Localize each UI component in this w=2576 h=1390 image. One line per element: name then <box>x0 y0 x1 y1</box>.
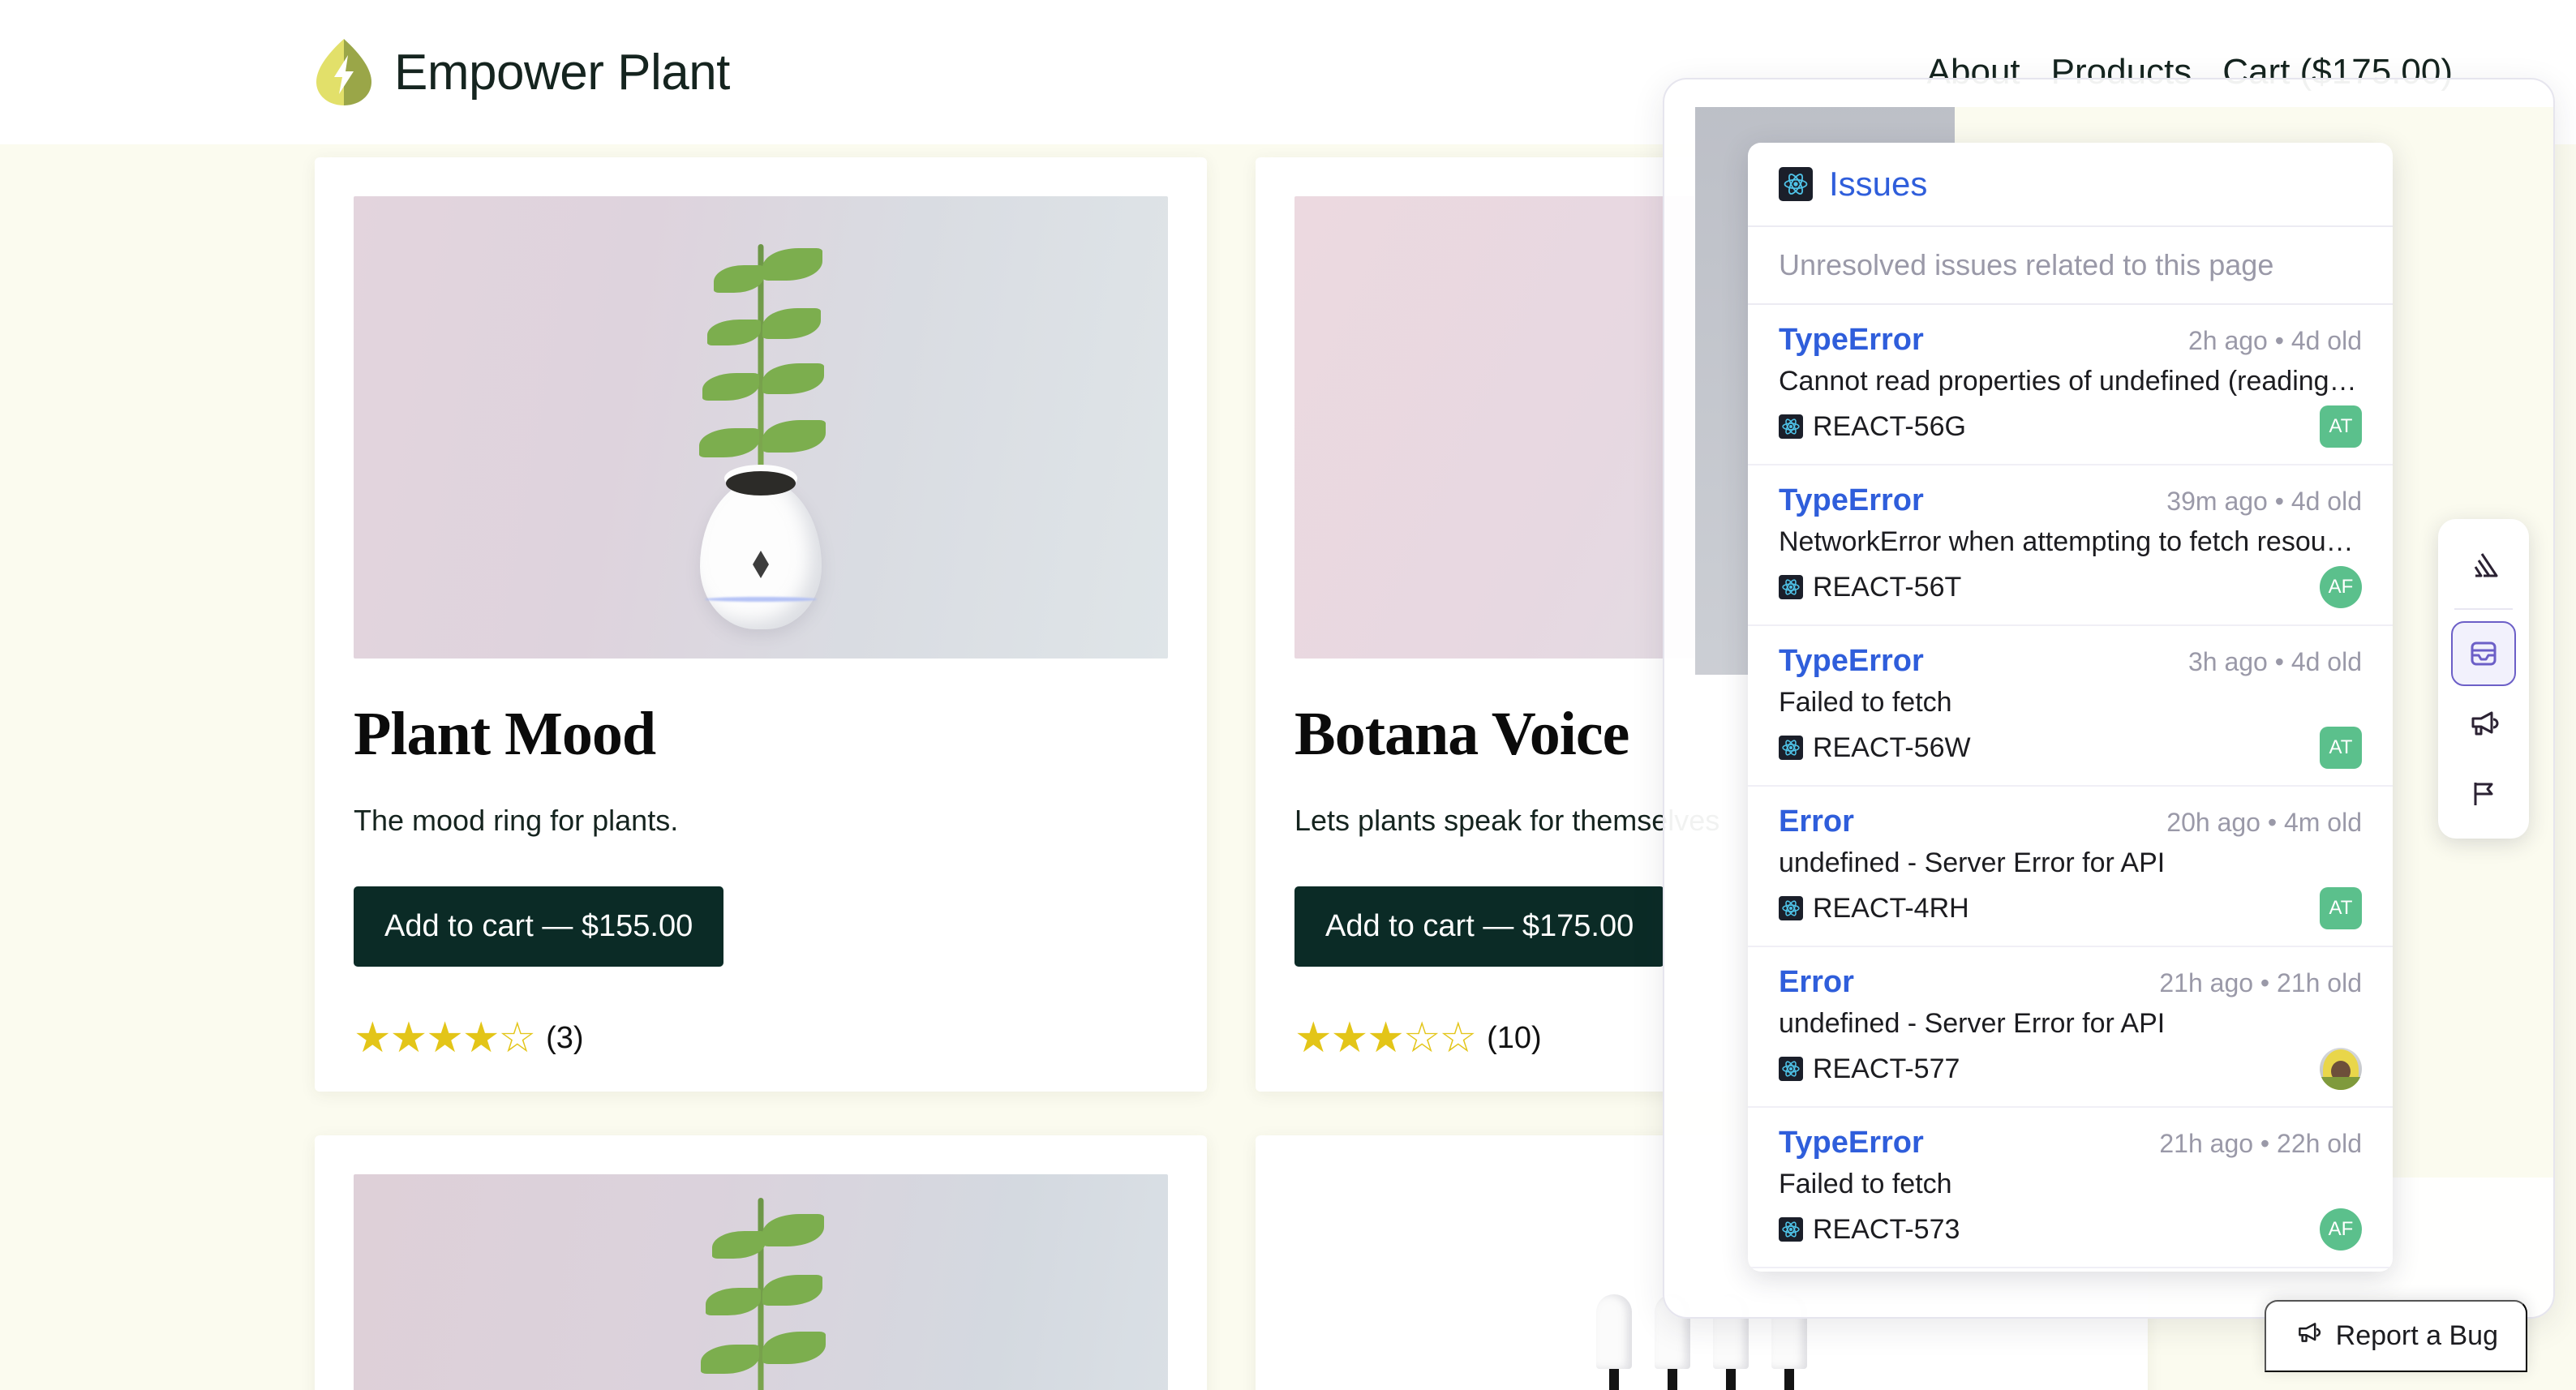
product-card[interactable] <box>315 1135 1207 1390</box>
issue-row[interactable]: TypeError4d ago • 11d oldt is undefinedR… <box>1748 1268 2393 1272</box>
avatar <box>2320 1048 2362 1090</box>
product-rating: ★★★★☆ (3) <box>354 1017 1168 1059</box>
avatar: AF <box>2320 1208 2362 1251</box>
issue-message: NetworkError when attempting to fetch re… <box>1779 526 2362 557</box>
star-rating-icon: ★★★★☆ <box>354 1015 536 1062</box>
avatar: AT <box>2320 887 2362 929</box>
react-icon <box>1779 896 1803 920</box>
review-count: (10) <box>1487 1020 1542 1055</box>
brand-name: Empower Plant <box>394 44 730 101</box>
issue-type[interactable]: Error <box>1779 965 1854 1000</box>
issue-row[interactable]: TypeError 21h ago • 22h old Failed to fetc… <box>1748 1108 2393 1268</box>
issue-short-id: REACT-56T <box>1813 571 1962 603</box>
product-title: Plant Mood <box>354 700 656 768</box>
flag-icon-button[interactable] <box>2451 761 2516 826</box>
product-card[interactable]: Plant Mood The mood ring for plants. Add… <box>315 157 1207 1092</box>
issues-panel-header: Issues <box>1748 143 2393 227</box>
megaphone-icon <box>2294 1318 2323 1354</box>
issue-message: Cannot read properties of undefined (rea… <box>1779 366 2362 397</box>
issue-row[interactable]: TypeError 2h ago • 4d old Cannot read prop… <box>1748 305 2393 465</box>
review-count: (3) <box>546 1020 584 1055</box>
react-icon <box>1779 1057 1803 1081</box>
avatar: AT <box>2320 727 2362 769</box>
product-description: The mood ring for plants. <box>354 804 679 837</box>
avatar: AT <box>2320 405 2362 448</box>
report-a-bug-label: Report a Bug <box>2335 1320 2498 1351</box>
issues-inbox-icon-button[interactable] <box>2451 621 2516 686</box>
issues-panel: Issues Unresolved issues related to this… <box>1748 143 2393 1272</box>
issue-age: 21h ago • 21h old <box>2159 968 2362 997</box>
add-to-cart-button[interactable]: Add to cart — $155.00 <box>354 886 724 967</box>
avatar: AF <box>2320 566 2362 608</box>
issue-age: 21h ago • 22h old <box>2159 1129 2362 1158</box>
brand[interactable]: Empower Plant <box>315 37 730 107</box>
add-to-cart-button[interactable]: Add to cart — $175.00 <box>1294 886 1665 967</box>
issue-type[interactable]: TypeError <box>1779 323 1924 358</box>
empower-plant-leaf-bolt-logo-icon <box>315 37 373 107</box>
issue-age: 2h ago • 4d old <box>2187 326 2362 355</box>
sentry-toolbar-dock <box>2438 519 2529 839</box>
megaphone-feedback-icon-button[interactable] <box>2451 691 2516 756</box>
issue-age: 3h ago • 4d old <box>2187 647 2362 676</box>
issue-row[interactable]: Error 20h ago • 4m old undefined - Server … <box>1748 787 2393 947</box>
issue-message: undefined - Server Error for API <box>1779 1008 2166 1039</box>
sentry-logo-icon-button[interactable] <box>2451 532 2516 597</box>
issue-message: Failed to fetch <box>1779 1169 1952 1199</box>
smart-pot-illustration <box>699 244 826 629</box>
react-icon <box>1779 167 1813 201</box>
issue-type[interactable]: TypeError <box>1779 644 1924 679</box>
issue-short-id: REACT-573 <box>1813 1213 1960 1245</box>
issue-row[interactable]: TypeError 39m ago • 4d old NetworkError wh… <box>1748 465 2393 626</box>
issue-message: Failed to fetch <box>1779 687 1952 718</box>
issue-short-id: REACT-577 <box>1813 1053 1960 1084</box>
issue-message: undefined - Server Error for API <box>1779 847 2166 878</box>
issue-type[interactable]: TypeError <box>1779 483 1924 518</box>
product-image <box>354 1174 1168 1390</box>
star-rating-icon: ★★★☆☆ <box>1294 1015 1477 1062</box>
issue-age: 39m ago • 4d old <box>2166 487 2362 516</box>
issue-row[interactable]: Error 21h ago • 21h old undefined - Server… <box>1748 947 2393 1108</box>
react-icon <box>1779 736 1803 760</box>
issue-short-id: REACT-4RH <box>1813 892 1969 924</box>
react-icon <box>1779 1217 1803 1242</box>
issue-row[interactable]: TypeError 3h ago • 4d old Failed to fetch R… <box>1748 626 2393 787</box>
issues-panel-subtitle: Unresolved issues related to this page <box>1748 227 2393 305</box>
dock-divider <box>2454 608 2513 610</box>
issue-type[interactable]: TypeError <box>1779 1126 1924 1160</box>
issues-panel-title: Issues <box>1829 165 1928 203</box>
report-a-bug-button[interactable]: Report a Bug <box>2264 1300 2527 1372</box>
issue-type[interactable]: Error <box>1779 804 1854 839</box>
issue-short-id: REACT-56G <box>1813 410 1966 442</box>
react-icon <box>1779 414 1803 439</box>
issue-age: 20h ago • 4m old <box>2166 808 2362 837</box>
react-icon <box>1779 575 1803 599</box>
issue-short-id: REACT-56W <box>1813 731 1971 763</box>
product-image <box>354 196 1168 659</box>
issues-list[interactable]: TypeError 2h ago • 4d old Cannot read prop… <box>1748 305 2393 1272</box>
